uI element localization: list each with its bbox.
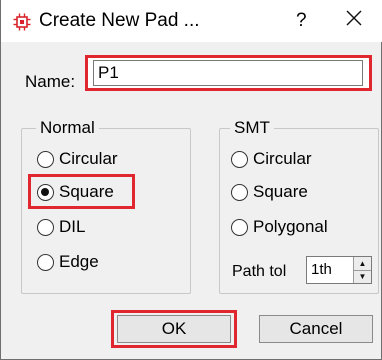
radio-button[interactable] <box>37 218 54 236</box>
radio-button[interactable] <box>37 150 54 168</box>
option-label: DIL <box>59 217 86 236</box>
smt-circular-option[interactable]: Circular <box>231 149 312 169</box>
title-bar: Create New Pad ... ? <box>1 0 382 42</box>
smt-square-option[interactable]: Square <box>231 182 308 202</box>
cancel-button[interactable]: Cancel <box>259 315 373 343</box>
normal-dil-option[interactable]: DIL <box>37 217 85 237</box>
option-label: Circular <box>253 149 312 168</box>
smt-polygonal-option[interactable]: Polygonal <box>231 217 328 237</box>
path-tol-spinbox[interactable]: 1th ▲ ▼ <box>306 256 372 284</box>
path-tol-value[interactable]: 1th <box>311 261 332 278</box>
option-label: Circular <box>59 149 118 168</box>
create-new-pad-dialog: Create New Pad ... ? Name: Normal Circul… <box>0 0 382 360</box>
option-label: Polygonal <box>253 217 328 236</box>
ok-button[interactable]: OK <box>117 315 231 343</box>
radio-button[interactable] <box>231 150 248 168</box>
normal-square-option[interactable]: Square <box>37 182 114 202</box>
path-tol-label: Path tol <box>232 263 287 280</box>
option-label: Square <box>59 182 114 201</box>
smt-group-legend: SMT <box>230 118 274 138</box>
window-title: Create New Pad ... <box>39 10 200 31</box>
option-label: Edge <box>59 252 99 271</box>
spin-up-icon[interactable]: ▲ <box>354 257 371 271</box>
spin-buttons: ▲ ▼ <box>353 257 371 283</box>
radio-button[interactable] <box>231 183 248 201</box>
close-button[interactable] <box>335 4 373 36</box>
name-label: Name: <box>25 72 76 91</box>
name-input[interactable] <box>93 60 363 86</box>
normal-edge-option[interactable]: Edge <box>37 252 99 272</box>
spin-down-icon[interactable]: ▼ <box>354 270 371 283</box>
help-button[interactable]: ? <box>296 10 307 32</box>
chip-icon <box>13 13 31 31</box>
close-icon <box>346 10 362 31</box>
normal-group-legend: Normal <box>36 118 99 138</box>
normal-circular-option[interactable]: Circular <box>37 149 118 169</box>
radio-button[interactable] <box>231 218 248 236</box>
option-label: Square <box>253 182 308 201</box>
radio-button-checked[interactable] <box>37 183 54 201</box>
radio-button[interactable] <box>37 253 54 271</box>
